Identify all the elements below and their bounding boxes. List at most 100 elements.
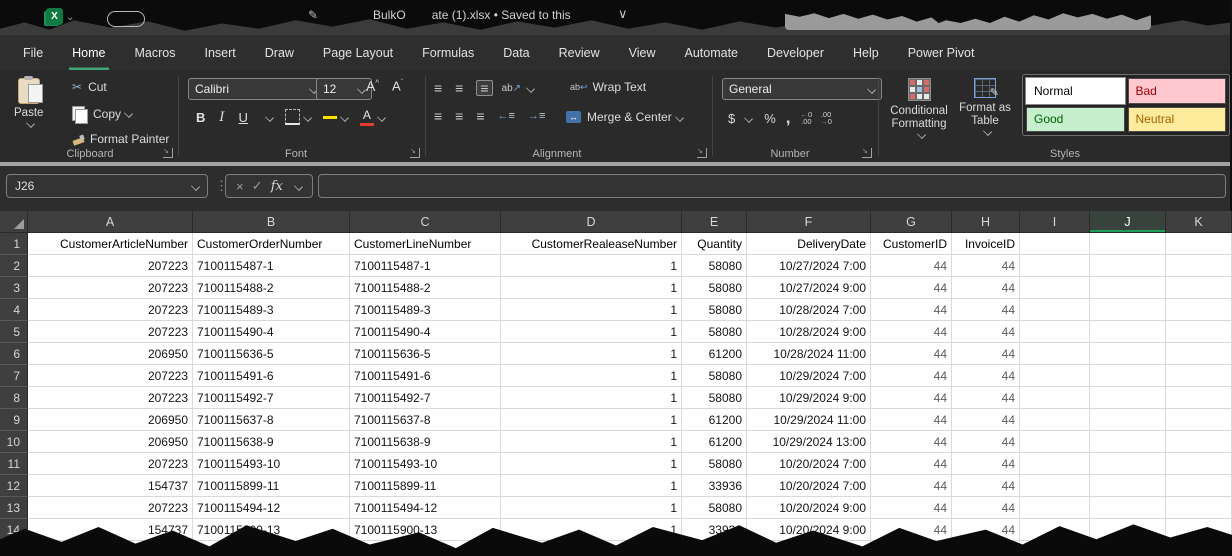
cell-I6[interactable] bbox=[1020, 343, 1090, 365]
align-left-button[interactable]: ≡ bbox=[434, 110, 442, 122]
align-center-button[interactable]: ≡ bbox=[455, 110, 463, 122]
cell-A10[interactable]: 206950 bbox=[28, 431, 193, 453]
cell-E11[interactable]: 58080 bbox=[682, 453, 747, 475]
copy-button[interactable]: Copy bbox=[72, 106, 132, 121]
cell-C11[interactable]: 7100115493-10 bbox=[350, 453, 501, 475]
conditional-formatting-button[interactable]: Conditional Formatting bbox=[886, 78, 952, 138]
ribbon-tab-home[interactable]: Home bbox=[69, 35, 108, 70]
cell-G3[interactable]: 44 bbox=[871, 277, 952, 299]
cell-F11[interactable]: 10/20/2024 7:00 bbox=[747, 453, 871, 475]
cell-I1[interactable] bbox=[1020, 233, 1090, 255]
cell-D1[interactable]: CustomerRealeaseNumber bbox=[501, 233, 682, 255]
cell-C2[interactable]: 7100115487-1 bbox=[350, 255, 501, 277]
currency-chevron-icon[interactable] bbox=[744, 114, 753, 123]
cell-D13[interactable]: 1 bbox=[501, 497, 682, 519]
cell-J11[interactable] bbox=[1090, 453, 1166, 475]
cell-H5[interactable]: 44 bbox=[952, 321, 1020, 343]
cell-F1[interactable]: DeliveryDate bbox=[747, 233, 871, 255]
cell-B2[interactable]: 7100115487-1 bbox=[193, 255, 350, 277]
cell-I12[interactable] bbox=[1020, 475, 1090, 497]
cell-E5[interactable]: 58080 bbox=[682, 321, 747, 343]
cell-C9[interactable]: 7100115637-8 bbox=[350, 409, 501, 431]
cell-A4[interactable]: 207223 bbox=[28, 299, 193, 321]
cell-G11[interactable]: 44 bbox=[871, 453, 952, 475]
cell-A8[interactable]: 207223 bbox=[28, 387, 193, 409]
insert-function-icon[interactable]: fx bbox=[271, 179, 283, 194]
ribbon-tab-insert[interactable]: Insert bbox=[201, 35, 238, 70]
decrease-indent-button[interactable]: ←≡ bbox=[498, 110, 515, 122]
title-dropdown-chevron-icon[interactable]: ∨ bbox=[618, 6, 628, 22]
ribbon-tab-formulas[interactable]: Formulas bbox=[419, 35, 477, 70]
cell-I10[interactable] bbox=[1020, 431, 1090, 453]
cell-E1[interactable]: Quantity bbox=[682, 233, 747, 255]
format-painter-button[interactable]: Format Painter bbox=[72, 132, 169, 146]
cell-style-bad[interactable]: Bad bbox=[1128, 78, 1227, 104]
row-header-10[interactable]: 10 bbox=[0, 431, 28, 453]
cell-K12[interactable] bbox=[1166, 475, 1232, 497]
column-header-G[interactable]: G bbox=[871, 211, 952, 233]
cell-H6[interactable]: 44 bbox=[952, 343, 1020, 365]
cell-J6[interactable] bbox=[1090, 343, 1166, 365]
cell-K1[interactable] bbox=[1166, 233, 1232, 255]
cell-C10[interactable]: 7100115638-9 bbox=[350, 431, 501, 453]
cell-K5[interactable] bbox=[1166, 321, 1232, 343]
row-header-4[interactable]: 4 bbox=[0, 299, 28, 321]
column-header-K[interactable]: K bbox=[1166, 211, 1232, 233]
cell-C4[interactable]: 7100115489-3 bbox=[350, 299, 501, 321]
column-header-H[interactable]: H bbox=[952, 211, 1020, 233]
cell-A2[interactable]: 207223 bbox=[28, 255, 193, 277]
cell-H13[interactable]: 44 bbox=[952, 497, 1020, 519]
merge-center-button[interactable]: ↔ Merge & Center bbox=[566, 110, 683, 124]
cell-A6[interactable]: 206950 bbox=[28, 343, 193, 365]
cell-J7[interactable] bbox=[1090, 365, 1166, 387]
cell-I7[interactable] bbox=[1020, 365, 1090, 387]
bold-button[interactable]: B bbox=[196, 110, 205, 125]
cell-E6[interactable]: 61200 bbox=[682, 343, 747, 365]
orientation-chevron-icon[interactable] bbox=[526, 84, 535, 93]
decrease-decimal-button[interactable]: .00→0 bbox=[820, 111, 832, 125]
cell-A11[interactable]: 207223 bbox=[28, 453, 193, 475]
cell-C1[interactable]: CustomerLineNumber bbox=[350, 233, 501, 255]
cell-H8[interactable]: 44 bbox=[952, 387, 1020, 409]
row-header-11[interactable]: 11 bbox=[0, 453, 28, 475]
cell-A12[interactable]: 154737 bbox=[28, 475, 193, 497]
cell-C3[interactable]: 7100115488-2 bbox=[350, 277, 501, 299]
wrap-text-button[interactable]: ab↩ Wrap Text bbox=[570, 80, 646, 94]
cell-B3[interactable]: 7100115488-2 bbox=[193, 277, 350, 299]
cell-G7[interactable]: 44 bbox=[871, 365, 952, 387]
quick-access-chevron-icon[interactable]: ⌄ bbox=[66, 12, 74, 23]
cell-E7[interactable]: 58080 bbox=[682, 365, 747, 387]
clipboard-dialog-launcher-icon[interactable]: ↘ bbox=[163, 148, 173, 158]
formula-bar-chevron-icon[interactable] bbox=[294, 182, 303, 191]
cell-B7[interactable]: 7100115491-6 bbox=[193, 365, 350, 387]
underline-chevron-icon[interactable] bbox=[265, 113, 274, 122]
column-header-F[interactable]: F bbox=[747, 211, 871, 233]
cell-B1[interactable]: CustomerOrderNumber bbox=[193, 233, 350, 255]
cell-E13[interactable]: 58080 bbox=[682, 497, 747, 519]
cell-E3[interactable]: 58080 bbox=[682, 277, 747, 299]
font-size-combobox[interactable]: 12 bbox=[316, 78, 372, 100]
cell-J12[interactable] bbox=[1090, 475, 1166, 497]
cell-style-good[interactable]: Good bbox=[1026, 107, 1125, 133]
column-header-J[interactable]: J bbox=[1090, 211, 1166, 233]
cell-E10[interactable]: 61200 bbox=[682, 431, 747, 453]
cell-D3[interactable]: 1 bbox=[501, 277, 682, 299]
ribbon-tab-file[interactable]: File bbox=[20, 35, 46, 70]
cell-F8[interactable]: 10/29/2024 9:00 bbox=[747, 387, 871, 409]
cell-F10[interactable]: 10/29/2024 13:00 bbox=[747, 431, 871, 453]
cell-D9[interactable]: 1 bbox=[501, 409, 682, 431]
font-color-chevron-icon[interactable] bbox=[377, 113, 386, 122]
cell-C7[interactable]: 7100115491-6 bbox=[350, 365, 501, 387]
ribbon-tab-draw[interactable]: Draw bbox=[262, 35, 297, 70]
cell-B8[interactable]: 7100115492-7 bbox=[193, 387, 350, 409]
cell-A13[interactable]: 207223 bbox=[28, 497, 193, 519]
currency-button[interactable]: $ bbox=[728, 111, 735, 126]
cell-F6[interactable]: 10/28/2024 11:00 bbox=[747, 343, 871, 365]
increase-decimal-button[interactable]: ←0.00 bbox=[801, 111, 813, 125]
cell-K9[interactable] bbox=[1166, 409, 1232, 431]
row-header-12[interactable]: 12 bbox=[0, 475, 28, 497]
number-format-combobox[interactable]: General bbox=[722, 78, 882, 100]
cell-J2[interactable] bbox=[1090, 255, 1166, 277]
cell-G6[interactable]: 44 bbox=[871, 343, 952, 365]
italic-button[interactable]: I bbox=[219, 110, 224, 125]
